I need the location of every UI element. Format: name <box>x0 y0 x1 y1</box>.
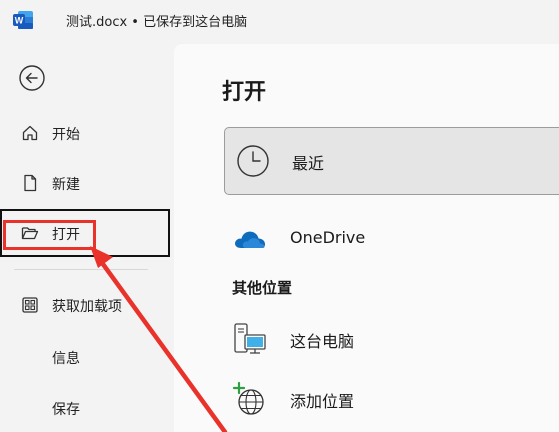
sidebar-item-label: 获取加载项 <box>52 299 122 315</box>
sidebar-item-save[interactable]: 保存 <box>0 391 172 425</box>
open-pane: 打开 最近 OneDrive 其他位置 这台电脑 添加位置 <box>174 44 559 432</box>
sidebar-divider <box>14 269 148 270</box>
other-locations-heading: 其他位置 <box>232 279 293 297</box>
location-this-pc[interactable]: 这台电脑 <box>224 314 554 364</box>
word-logo-icon: W <box>13 11 33 29</box>
title-bar: W 测试.docx • 已保存到这台电脑 <box>0 0 559 44</box>
annotation-highlight <box>3 220 96 250</box>
sidebar-item-label: 开始 <box>52 127 80 143</box>
new-document-icon <box>24 174 37 192</box>
home-icon <box>22 125 38 141</box>
sidebar-item-info[interactable]: 信息 <box>0 340 172 374</box>
sidebar-item-label: 信息 <box>52 351 80 367</box>
location-label: 添加位置 <box>290 392 355 411</box>
location-label: 最近 <box>292 154 325 173</box>
svg-text:W: W <box>15 16 24 26</box>
sidebar-item-label: 保存 <box>52 402 80 418</box>
add-location-globe-icon <box>232 382 264 415</box>
location-label: OneDrive <box>290 228 366 247</box>
location-recent[interactable]: 最近 <box>224 127 559 195</box>
location-label: 这台电脑 <box>290 332 355 351</box>
backstage-sidebar: 开始 新建 打开 获取加载项 信息 保存 <box>0 44 172 432</box>
page-title: 打开 <box>222 80 267 105</box>
onedrive-cloud-icon <box>235 231 266 248</box>
back-arrow-icon[interactable] <box>18 64 46 92</box>
sidebar-item-label: 新建 <box>52 177 80 193</box>
sidebar-item-home[interactable]: 开始 <box>0 116 172 150</box>
sidebar-item-get-add-ins[interactable]: 获取加载项 <box>0 288 172 322</box>
document-title: 测试.docx • 已保存到这台电脑 <box>66 15 248 30</box>
location-onedrive[interactable]: OneDrive <box>224 214 554 264</box>
add-ins-grid-icon <box>22 297 38 313</box>
sidebar-item-new[interactable]: 新建 <box>0 166 172 200</box>
clock-icon <box>237 145 269 177</box>
location-add-place[interactable]: 添加位置 <box>224 374 554 424</box>
this-pc-icon <box>234 323 266 354</box>
